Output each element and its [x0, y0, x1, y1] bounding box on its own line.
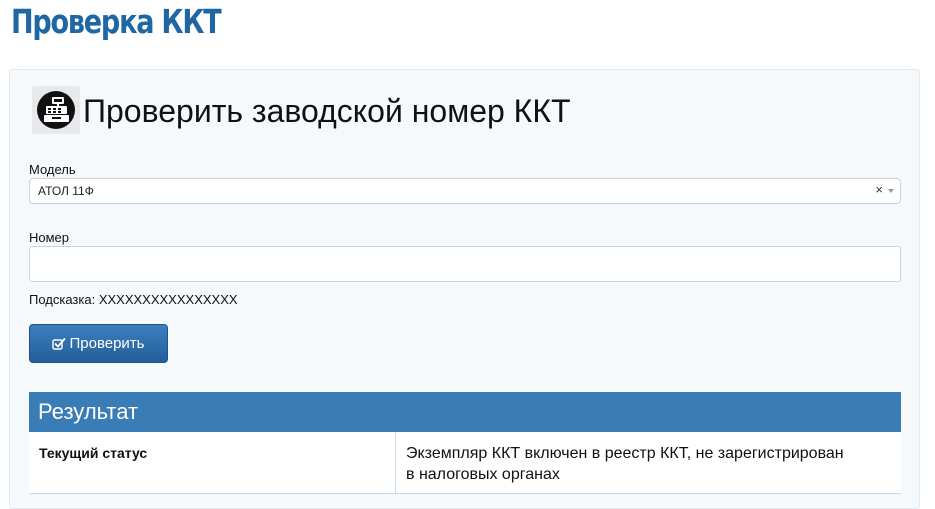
chevron-down-icon[interactable] — [888, 189, 894, 193]
serial-number-input[interactable] — [29, 246, 901, 282]
kkt-check-form: Проверить заводской номер ККТ Модель АТО… — [9, 69, 920, 509]
checkbox-icon — [52, 337, 66, 351]
model-label: Модель — [29, 162, 76, 177]
number-label: Номер — [29, 230, 70, 245]
form-heading: Проверить заводской номер ККТ — [83, 93, 571, 129]
column-divider — [395, 432, 396, 493]
status-value: Экземпляр ККТ включен в реестр ККТ, не з… — [406, 445, 844, 483]
model-select[interactable]: АТОЛ 11Ф × — [29, 178, 901, 204]
page-title: Проверка ККТ — [11, 2, 222, 41]
result-row: Текущий статус Экземпляр ККТ включен в р… — [29, 432, 901, 494]
check-button[interactable]: Проверить — [29, 324, 168, 363]
clear-selection-icon[interactable]: × — [875, 182, 883, 198]
check-button-label: Проверить — [69, 335, 145, 352]
status-label: Текущий статус — [39, 445, 148, 461]
cash-register-icon — [32, 86, 80, 134]
model-selected-value: АТОЛ 11Ф — [38, 184, 94, 198]
result-header: Результат — [29, 392, 901, 432]
input-hint: Подсказка: XXXXXXXXXXXXXXXX — [29, 292, 238, 307]
